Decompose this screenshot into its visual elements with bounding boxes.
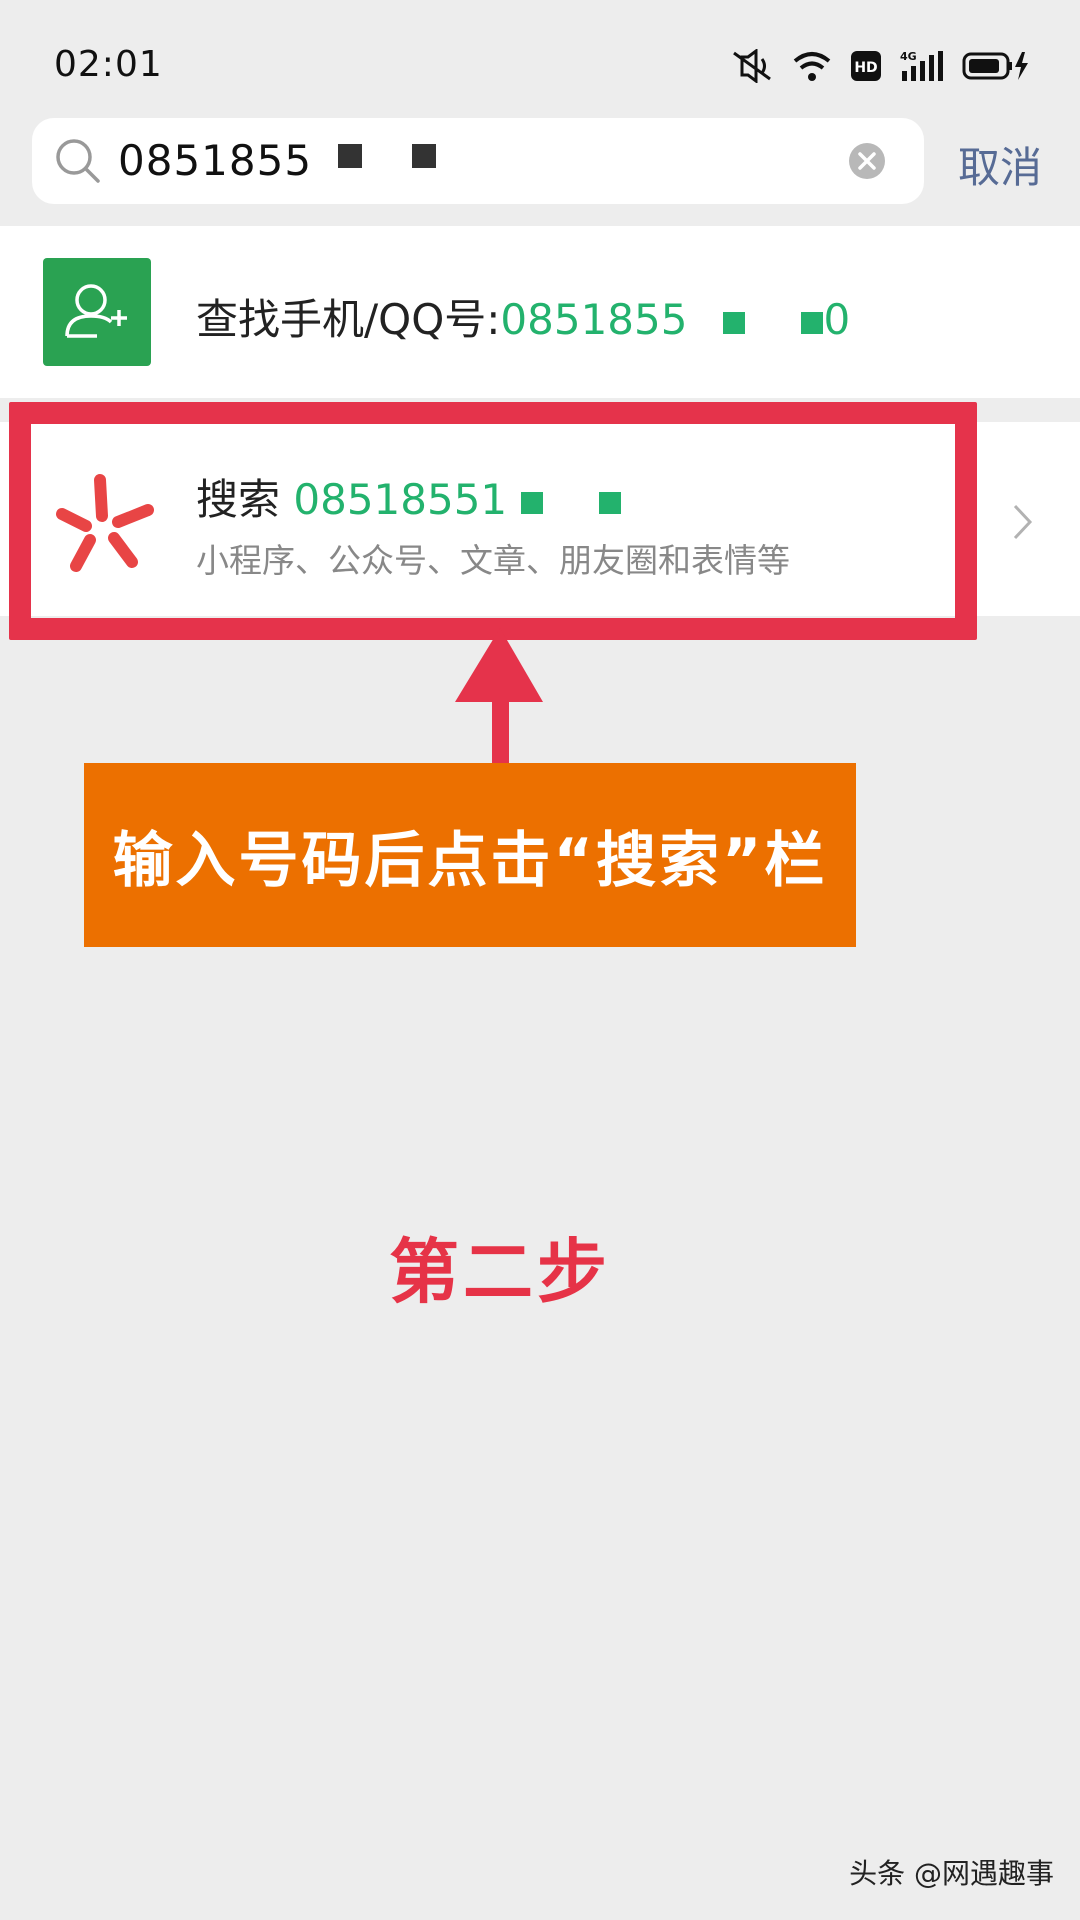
status-icons: HD 4G (730, 46, 1030, 86)
callout-text: 输入号码后点击“搜索”栏 (112, 825, 828, 896)
find-contact-number: 0851855 (500, 295, 688, 344)
find-contact-text: 查找手机/QQ号: (196, 295, 501, 344)
status-bar: 02:01 HD 4G (0, 0, 1080, 120)
arrow-up-icon (455, 628, 545, 768)
search-box[interactable]: 0851855 (32, 118, 924, 204)
redaction-mask (338, 144, 362, 168)
instruction-callout: 输入号码后点击“搜索”栏 (84, 763, 856, 947)
chevron-right-icon (1010, 502, 1036, 546)
find-contact-number-tail: 0 (823, 295, 851, 344)
status-time: 02:01 (54, 44, 163, 85)
step-label: 第二步 (389, 1231, 611, 1313)
mute-icon (730, 49, 774, 83)
highlight-frame (9, 402, 977, 640)
find-contact-row[interactable]: 查找手机/QQ号:0851855 0 (0, 226, 1080, 398)
search-input[interactable]: 0851855 (118, 136, 312, 185)
redaction-mask (723, 311, 746, 334)
watermark: 头条 @网遇趣事 (849, 1857, 1054, 1890)
cancel-button[interactable]: 取消 (958, 134, 1042, 195)
search-icon (52, 135, 104, 191)
4g-signal-icon: 4G (900, 49, 944, 83)
redaction-mask (801, 311, 824, 334)
find-contact-label: 查找手机/QQ号:0851855 0 (196, 286, 850, 347)
hd-label: HD (854, 60, 877, 76)
battery-charging-icon (962, 51, 1030, 81)
hd-icon: HD (850, 50, 882, 82)
add-contact-icon (43, 258, 151, 366)
wifi-icon (792, 50, 832, 82)
clear-icon[interactable] (848, 142, 886, 184)
redaction-mask (412, 144, 436, 168)
network-label: 4G (900, 50, 917, 63)
